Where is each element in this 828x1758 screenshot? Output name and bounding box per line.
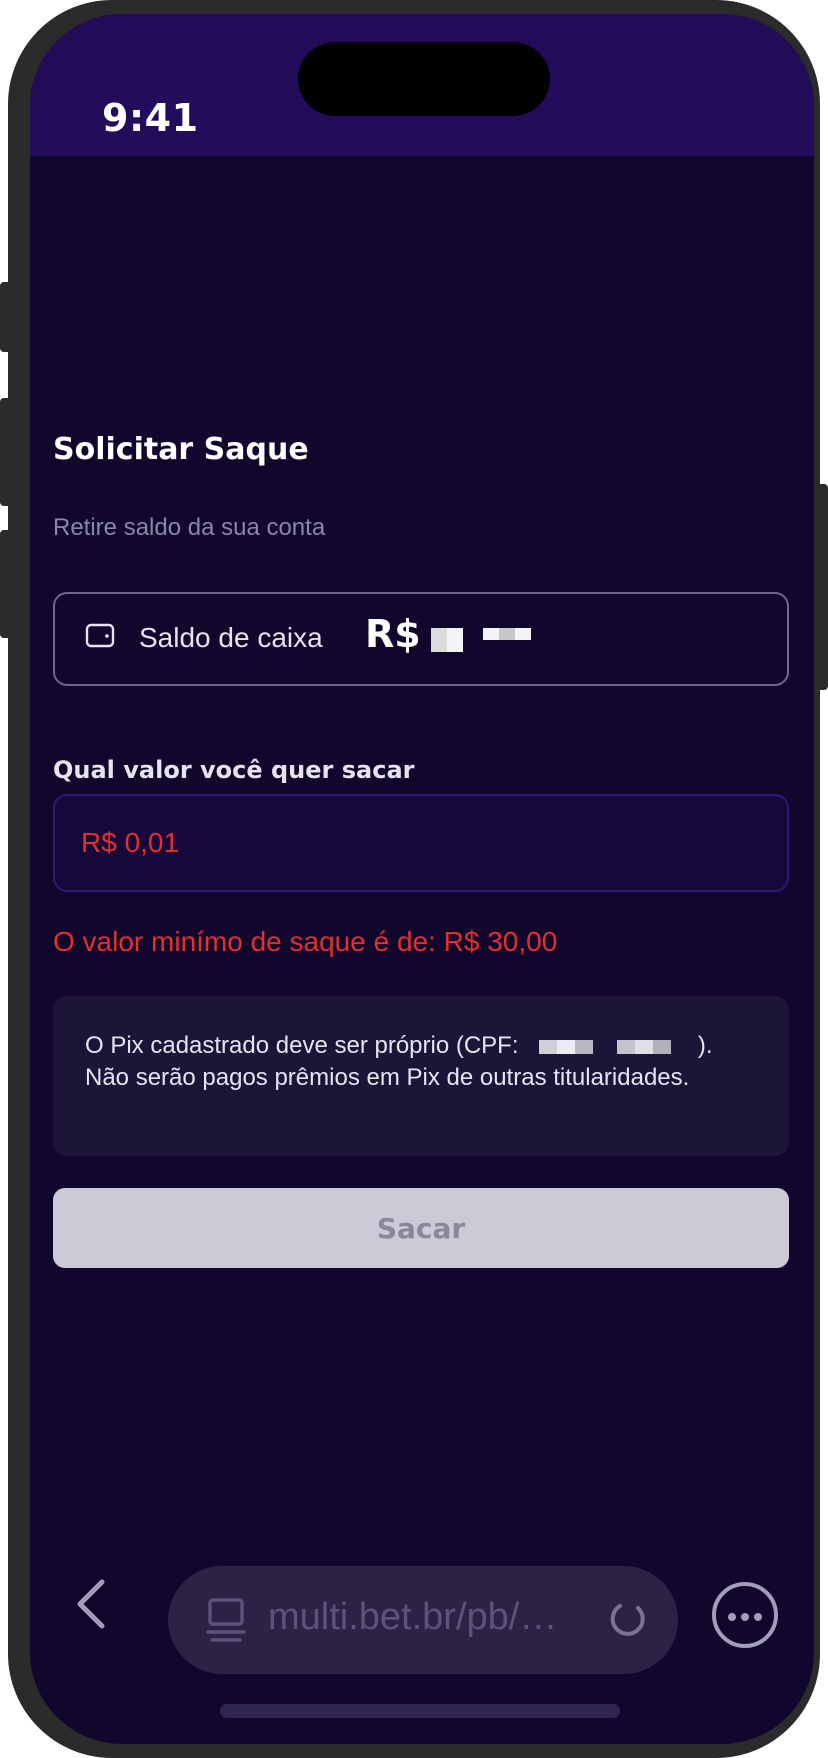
more-dot [754, 1613, 762, 1621]
amount-label: Qual valor você quer sacar [53, 756, 415, 784]
screen: 9:41 Solicitar Saque Retire saldo da sua… [30, 14, 814, 1744]
home-indicator [220, 1704, 620, 1718]
info-rest: Não serão pagos prêmios em Pix de outras… [85, 1064, 690, 1091]
tabs-icon[interactable] [204, 1596, 248, 1644]
side-button [0, 530, 10, 638]
page-subtitle: Retire saldo da sua conta [53, 514, 326, 541]
more-dot [741, 1613, 749, 1621]
phone-frame: 9:41 Solicitar Saque Retire saldo da sua… [8, 0, 820, 1758]
address-bar[interactable]: multi.bet.br/pb/… [168, 1566, 678, 1674]
side-button [0, 398, 10, 506]
balance-card: Saldo de caixa R$ [53, 592, 789, 686]
submit-withdraw-button[interactable]: Sacar [53, 1188, 789, 1268]
back-chevron-icon[interactable] [66, 1574, 116, 1634]
balance-currency: R$ [365, 612, 421, 656]
wallet-icon [85, 623, 115, 648]
more-dot [728, 1613, 736, 1621]
dynamic-island [298, 42, 550, 116]
info-prefix: O Pix cadastrado deve ser próprio (CPF: [85, 1032, 519, 1059]
amount-input[interactable] [53, 794, 789, 892]
more-icon[interactable] [712, 1582, 778, 1648]
balance-amount-redacted [431, 628, 531, 652]
info-suffix: ). [697, 1032, 713, 1059]
page-title: Solicitar Saque [53, 432, 309, 467]
url-text: multi.bet.br/pb/… [268, 1596, 558, 1638]
reload-icon[interactable] [608, 1600, 648, 1640]
status-time: 9:41 [102, 96, 199, 140]
balance-label: Saldo de caixa [139, 622, 323, 653]
error-message: O valor minímo de saque é de: R$ 30,00 [53, 926, 558, 957]
pix-info-box: O Pix cadastrado deve ser próprio (CPF: … [53, 996, 789, 1156]
cpf-redacted [539, 1039, 672, 1054]
side-button [818, 484, 828, 690]
side-button [0, 282, 10, 352]
